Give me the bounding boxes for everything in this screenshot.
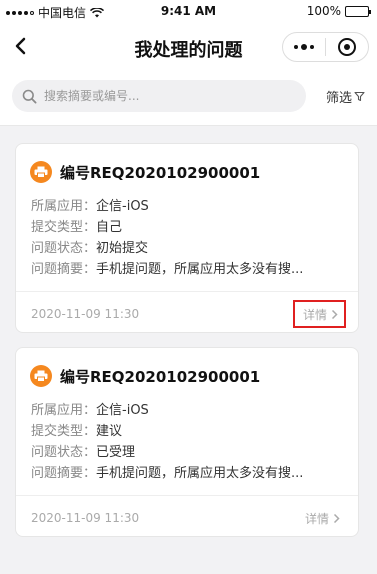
field-value: 手机提问题，所属应用太多没有搜... xyxy=(96,262,304,277)
field-app: 所属应用：企信-iOS xyxy=(31,400,351,421)
field-value: 企信-iOS xyxy=(96,403,149,418)
field-value: 已受理 xyxy=(96,445,136,460)
card-fields: 所属应用：企信-iOS 提交类型：自己 问题状态：初始提交 问题摘要：手机提问题… xyxy=(31,196,351,280)
issue-card[interactable]: 编号REQ2020102900001 所属应用：企信-iOS 提交类型：建议 问… xyxy=(15,347,359,537)
chevron-right-icon xyxy=(333,513,340,523)
detail-label: 详情 xyxy=(302,307,327,322)
field-key: 所属应用： xyxy=(31,199,97,214)
printer-icon xyxy=(30,161,52,183)
card-id: 编号REQ2020102900001 xyxy=(60,163,261,182)
card-divider xyxy=(16,495,358,496)
search-box[interactable] xyxy=(12,80,306,112)
battery-percent: 100% xyxy=(306,4,341,18)
field-submit-type: 提交类型：建议 xyxy=(31,421,351,442)
status-right: 100% xyxy=(306,4,371,18)
field-key: 提交类型： xyxy=(31,424,97,439)
field-summary: 问题摘要：手机提问题，所属应用太多没有搜... xyxy=(31,463,351,484)
more-dots-icon xyxy=(294,43,314,50)
close-miniprogram-button[interactable] xyxy=(326,33,368,61)
field-status: 问题状态：初始提交 xyxy=(31,238,351,259)
field-status: 问题状态：已受理 xyxy=(31,442,351,463)
card-id: 编号REQ2020102900001 xyxy=(60,367,261,386)
issue-card[interactable]: 编号REQ2020102900001 所属应用：企信-iOS 提交类型：自己 问… xyxy=(15,143,359,333)
field-key: 问题状态： xyxy=(31,445,97,460)
battery-icon xyxy=(345,5,371,17)
detail-button[interactable]: 详情 xyxy=(297,504,346,532)
search-input[interactable] xyxy=(44,89,284,103)
printer-icon xyxy=(30,365,52,387)
field-summary: 问题摘要：手机提问题，所属应用太多没有搜... xyxy=(31,259,351,280)
chevron-right-icon xyxy=(331,309,338,319)
search-row: 筛选 xyxy=(0,70,377,126)
card-header: 编号REQ2020102900001 xyxy=(30,161,260,183)
field-key: 提交类型： xyxy=(31,220,97,235)
field-value: 手机提问题，所属应用太多没有搜... xyxy=(96,466,304,481)
card-fields: 所属应用：企信-iOS 提交类型：建议 问题状态：已受理 问题摘要：手机提问题，… xyxy=(31,400,351,484)
field-submit-type: 提交类型：自己 xyxy=(31,217,351,238)
filter-button[interactable]: 筛选 xyxy=(326,87,365,106)
field-value: 自己 xyxy=(96,220,123,235)
field-value: 初始提交 xyxy=(96,241,149,256)
nav-bar: 我处理的问题 xyxy=(0,24,377,70)
field-key: 所属应用： xyxy=(31,403,97,418)
field-key: 问题摘要： xyxy=(31,466,97,481)
card-header: 编号REQ2020102900001 xyxy=(30,365,260,387)
more-button[interactable] xyxy=(283,33,325,61)
field-key: 问题状态： xyxy=(31,241,97,256)
status-bar: 中国电信 9:41 AM 100% xyxy=(0,0,377,24)
field-app: 所属应用：企信-iOS xyxy=(31,196,351,217)
detail-label: 详情 xyxy=(304,511,329,526)
card-date: 2020-11-09 11:30 xyxy=(31,511,140,525)
card-divider xyxy=(16,291,358,292)
target-icon xyxy=(338,38,356,56)
search-icon xyxy=(22,89,37,103)
header-area: 中国电信 9:41 AM 100% 我处理的问题 搜索摘要或编号... 筛选 xyxy=(0,0,377,126)
miniprogram-capsule xyxy=(282,32,369,62)
filter-label: 筛选 xyxy=(325,91,352,106)
field-value: 企信-iOS xyxy=(96,199,149,214)
field-value: 建议 xyxy=(96,424,123,439)
card-date: 2020-11-09 11:30 xyxy=(31,307,140,321)
field-key: 问题摘要： xyxy=(31,262,97,277)
detail-button[interactable]: 详情 xyxy=(292,300,346,328)
filter-funnel-icon xyxy=(354,91,365,102)
